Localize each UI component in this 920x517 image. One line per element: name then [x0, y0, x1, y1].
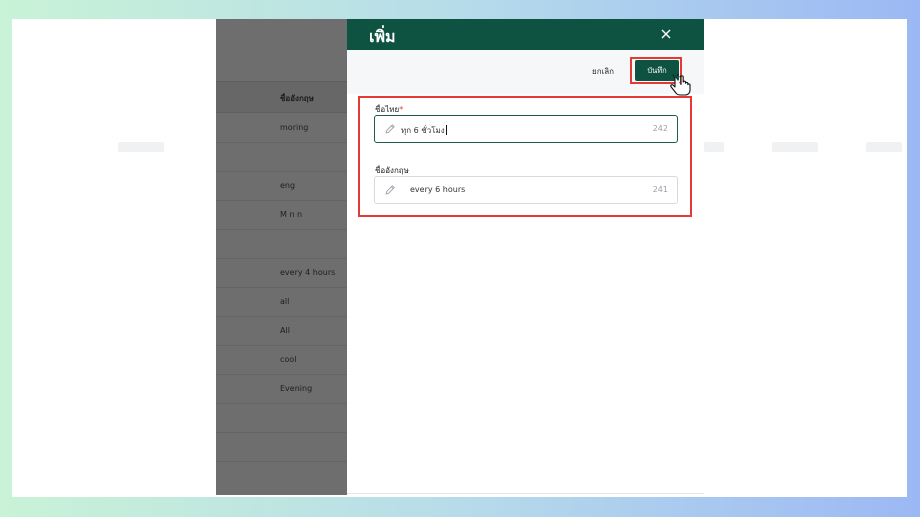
list-item-label: cool — [280, 355, 297, 364]
char-counter: 241 — [652, 185, 668, 194]
drawer-title: เพิ่ม — [369, 27, 396, 46]
list-item-label: All — [280, 326, 290, 335]
list-item: every 4 hours — [216, 259, 347, 288]
add-drawer: เพิ่ม ยกเลิก บันทึก ชื่อไทย* ทุก 6 ชั่วโ… — [347, 19, 704, 495]
close-button[interactable] — [657, 25, 675, 43]
thai-name-field[interactable]: ทุก 6 ชั่วโมง 242 — [374, 115, 678, 143]
close-icon — [661, 29, 671, 39]
list-item-label: moring — [280, 123, 309, 132]
thai-name-value-text: ทุก 6 ชั่วโมง — [401, 126, 445, 135]
list-item-label: eng — [280, 181, 296, 190]
list-item: all — [216, 288, 347, 317]
char-counter: 242 — [652, 124, 668, 133]
list-item-label: every 4 hours — [280, 268, 336, 277]
text-caret — [445, 125, 447, 135]
form-highlight: ชื่อไทย* ทุก 6 ชั่วโมง 242 ชื่ออังกฤษ ev… — [358, 96, 692, 217]
list-item — [216, 404, 347, 433]
app-window: ชื่ออังกฤษ moring eng M n n every 4 hour… — [216, 19, 704, 495]
background-placeholder — [118, 142, 164, 152]
drawer-toolbar: ยกเลิก บันทึก — [347, 50, 704, 96]
list-item-label: Evening — [280, 384, 313, 393]
thai-name-label-text: ชื่อไทย — [375, 105, 400, 114]
list-item-label: all — [280, 297, 290, 306]
pencil-icon — [385, 185, 395, 195]
cancel-button[interactable]: ยกเลิก — [592, 65, 614, 78]
list-item: cool — [216, 346, 347, 375]
list-panel-overlay: ชื่ออังกฤษ moring eng M n n every 4 hour… — [216, 19, 347, 495]
list-item: All — [216, 317, 347, 346]
list-item — [216, 143, 347, 172]
background-placeholder — [772, 142, 818, 152]
english-name-field[interactable]: every 6 hours 241 — [374, 176, 678, 204]
english-name-label-text: ชื่ออังกฤษ — [375, 166, 409, 175]
list-item: eng — [216, 172, 347, 201]
pencil-icon — [385, 124, 395, 134]
thai-name-value: ทุก 6 ชั่วโมง — [401, 124, 447, 137]
drawer-bottom-divider — [347, 493, 704, 494]
list-item: Evening — [216, 375, 347, 404]
list-item — [216, 433, 347, 462]
background-placeholder — [704, 142, 724, 152]
list-item — [216, 230, 347, 259]
english-name-value: every 6 hours — [410, 185, 466, 194]
column-header-english-name: ชื่ออังกฤษ — [280, 94, 314, 103]
list-item-label: M n n — [280, 210, 303, 219]
background-placeholder — [866, 142, 902, 152]
list-header: ชื่ออังกฤษ — [216, 81, 347, 113]
list-item: moring — [216, 114, 347, 143]
drawer-header: เพิ่ม — [347, 19, 704, 50]
list-item: M n n — [216, 201, 347, 230]
required-asterisk: * — [399, 105, 404, 114]
